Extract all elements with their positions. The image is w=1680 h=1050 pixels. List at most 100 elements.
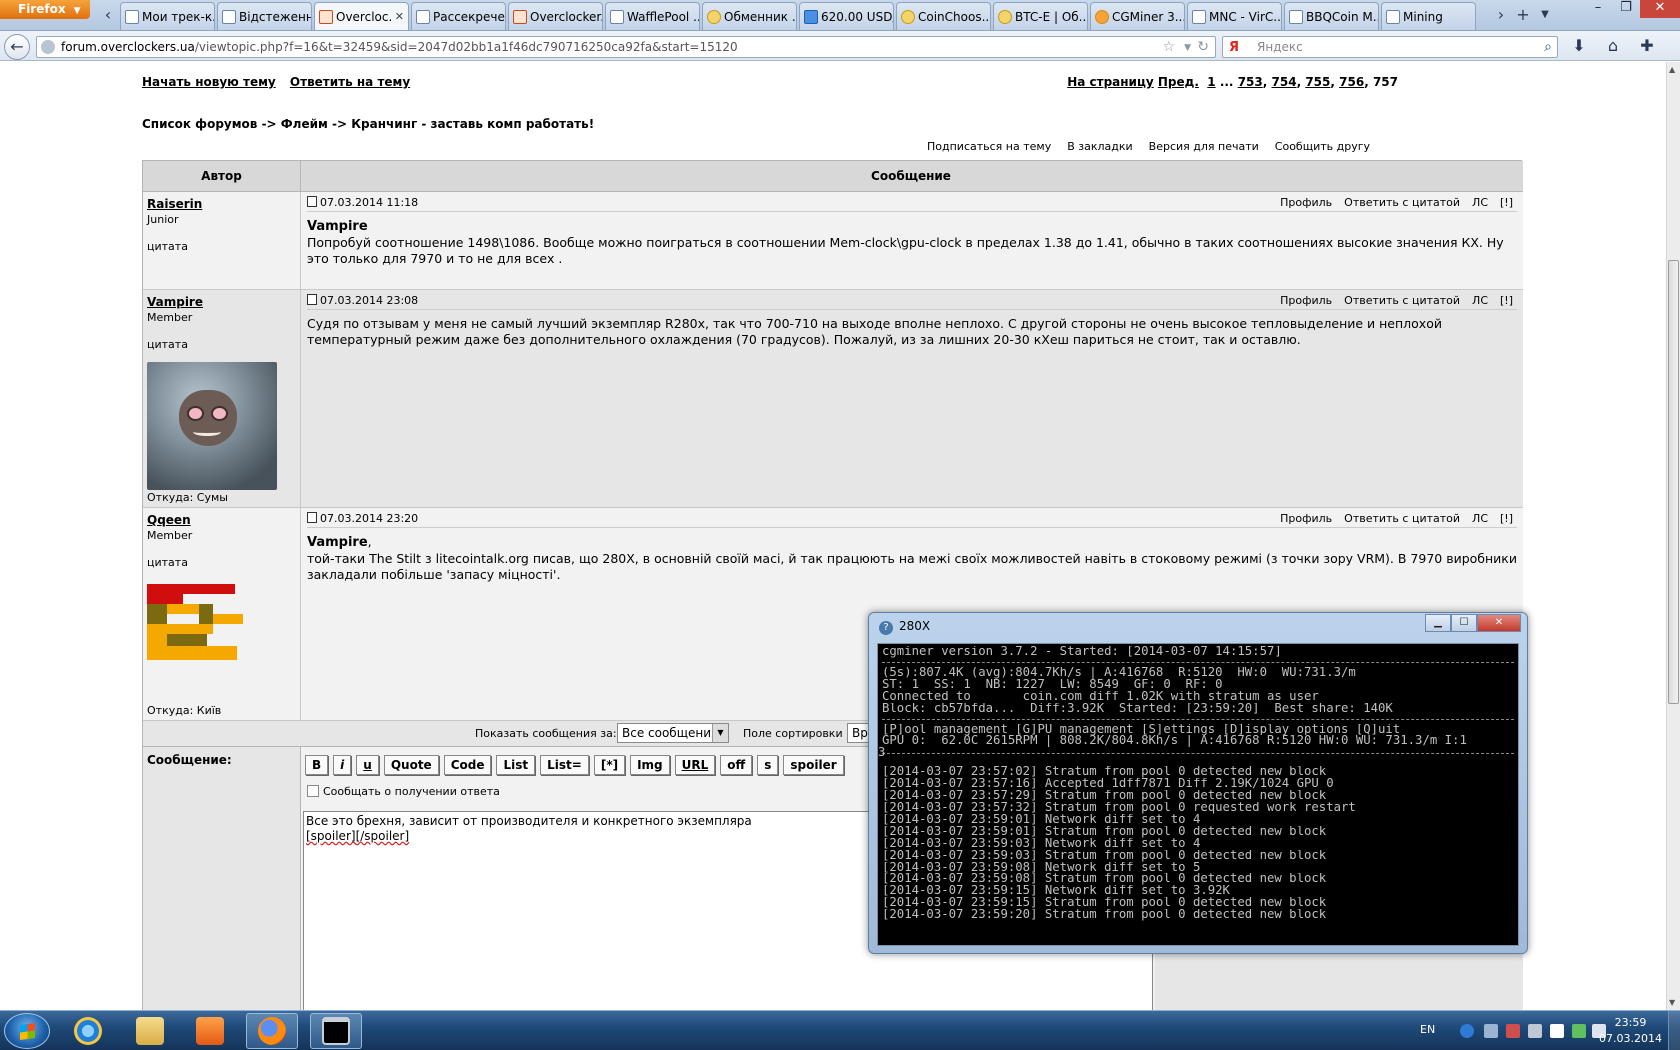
prev-page-link[interactable]: Пред.: [1158, 75, 1199, 89]
bbcode-button[interactable]: List=: [540, 755, 589, 775]
cgminer-window[interactable]: ? 280X ▁ ☐ ✕ cgminer version 3.7.2 - Star…: [868, 612, 1528, 954]
bbcode-button[interactable]: [*]: [593, 755, 626, 775]
start-button[interactable]: [4, 1013, 50, 1049]
shield-icon[interactable]: [1460, 1024, 1474, 1038]
bbcode-button[interactable]: i: [333, 755, 352, 775]
downloads-icon[interactable]: ⬇: [1568, 35, 1590, 57]
post-date[interactable]: 07.03.2014 11:18: [307, 196, 418, 209]
quote-reply-link[interactable]: Ответить с цитатой: [1344, 196, 1460, 209]
pm-link[interactable]: ЛС: [1472, 294, 1488, 307]
browser-tab[interactable]: WafflePool ...: [605, 2, 700, 30]
scroll-tabs-left-icon[interactable]: ‹: [98, 3, 118, 27]
taskbar-cmd[interactable]: [310, 1013, 362, 1049]
language-indicator[interactable]: EN: [1420, 1023, 1435, 1036]
taskbar-ie[interactable]: [62, 1013, 114, 1049]
bbcode-button[interactable]: URL: [674, 755, 716, 775]
browser-tab[interactable]: 620.00 USD/...: [799, 2, 894, 30]
browser-tab[interactable]: Overcloc...✕: [314, 2, 409, 30]
quote-reply-link[interactable]: Ответить с цитатой: [1344, 294, 1460, 307]
pagination-label[interactable]: На страницу: [1067, 75, 1154, 89]
browser-tab[interactable]: CGMiner 3....: [1090, 2, 1185, 30]
browser-tab[interactable]: Mining: [1381, 2, 1476, 30]
bookmark-star-icon[interactable]: ☆: [1162, 37, 1175, 57]
browser-tab[interactable]: Мои трек-к...: [120, 2, 215, 30]
page-link[interactable]: 753: [1238, 75, 1263, 89]
scroll-up-icon[interactable]: ▲: [1669, 65, 1675, 74]
page-scrollbar[interactable]: ▲ ▼: [1666, 62, 1680, 1010]
taskbar-media-player[interactable]: [184, 1013, 236, 1049]
bbcode-button[interactable]: off: [720, 755, 753, 775]
bbcode-button[interactable]: s: [757, 755, 779, 775]
scroll-down-icon[interactable]: ▼: [1669, 998, 1675, 1007]
post-date[interactable]: 07.03.2014 23:08: [307, 294, 418, 307]
network-adapter-icon[interactable]: [1484, 1024, 1498, 1038]
back-button[interactable]: ←: [4, 34, 30, 60]
bbcode-button[interactable]: Code: [443, 755, 492, 775]
scroll-tabs-right-icon[interactable]: ›: [1490, 4, 1512, 26]
post-date[interactable]: 07.03.2014 23:20: [307, 512, 418, 525]
browser-tab[interactable]: BBQCoin M...: [1284, 2, 1379, 30]
bbcode-button[interactable]: Quote: [383, 755, 439, 775]
history-dropdown-icon[interactable]: ▼: [1184, 38, 1191, 58]
topic-tool-link[interactable]: В закладки: [1067, 140, 1132, 153]
site-identity-icon[interactable]: [41, 40, 55, 54]
topic-tool-link[interactable]: Версия для печати: [1149, 140, 1259, 153]
bbcode-button[interactable]: u: [356, 755, 379, 775]
browser-tab[interactable]: BTC-E | Об...: [993, 2, 1088, 30]
search-icon[interactable]: ⌕: [1544, 37, 1552, 57]
yandex-icon[interactable]: Я: [1229, 38, 1239, 58]
page-link[interactable]: 754: [1272, 75, 1297, 89]
search-bar[interactable]: Я Яндекс ⌕: [1222, 36, 1558, 58]
profile-link[interactable]: Профиль: [1280, 512, 1332, 525]
pm-link[interactable]: ЛС: [1472, 512, 1488, 525]
report-link[interactable]: [!]: [1500, 512, 1513, 525]
show-messages-select[interactable]: Все сообщения ▼: [617, 723, 729, 743]
page-link[interactable]: 1: [1207, 75, 1215, 89]
list-all-tabs-icon[interactable]: ▼: [1534, 4, 1556, 26]
new-tab-icon[interactable]: +: [1512, 4, 1534, 26]
page-link[interactable]: 756: [1339, 75, 1364, 89]
topic-tool-link[interactable]: Сообщить другу: [1275, 140, 1370, 153]
show-desktop-button[interactable]: [1668, 1011, 1680, 1050]
quote-reply-link[interactable]: Ответить с цитатой: [1344, 512, 1460, 525]
author-name[interactable]: Qqeen: [147, 513, 296, 527]
url-bar[interactable]: forum.overclockers.ua/viewtopic.php?f=16…: [36, 36, 1216, 58]
flag-icon[interactable]: [1550, 1024, 1564, 1038]
notify-checkbox[interactable]: [307, 785, 319, 797]
browser-tab[interactable]: CoinChoos...: [896, 2, 991, 30]
reload-icon[interactable]: ↻: [1197, 37, 1209, 57]
restore-icon[interactable]: ❐: [1612, 0, 1640, 18]
pm-link[interactable]: ЛС: [1472, 196, 1488, 209]
scrollbar-thumb[interactable]: [1668, 260, 1679, 704]
report-link[interactable]: [!]: [1500, 294, 1513, 307]
reply-topic-link[interactable]: Ответить на тему: [290, 75, 410, 89]
clock[interactable]: 23:59 07.03.2014: [1599, 1015, 1662, 1047]
minimize-icon[interactable]: –: [1584, 0, 1612, 18]
author-name[interactable]: Vampire: [147, 295, 296, 309]
console-output[interactable]: cgminer version 3.7.2 - Started: [2014-0…: [877, 643, 1519, 946]
addon-menu-icon[interactable]: ✚: [1636, 35, 1658, 57]
close-window-icon[interactable]: ✕: [1640, 0, 1680, 18]
maximize-icon[interactable]: ☐: [1451, 614, 1477, 632]
taskbar-firefox[interactable]: [246, 1013, 298, 1049]
page-link[interactable]: 755: [1305, 75, 1330, 89]
topic-tool-link[interactable]: Подписаться на тему: [927, 140, 1051, 153]
network-icon[interactable]: [1572, 1024, 1586, 1038]
profile-link[interactable]: Профиль: [1280, 294, 1332, 307]
browser-tab[interactable]: Обменник ...: [702, 2, 797, 30]
home-icon[interactable]: ⌂: [1602, 35, 1624, 57]
bbcode-button[interactable]: List: [496, 755, 536, 775]
new-topic-link[interactable]: Начать новую тему: [142, 75, 276, 89]
browser-tab[interactable]: Відстеженн...: [217, 2, 312, 30]
report-link[interactable]: [!]: [1500, 196, 1513, 209]
bbcode-button[interactable]: B: [305, 755, 329, 775]
antivirus-icon[interactable]: [1506, 1024, 1520, 1038]
bbcode-button[interactable]: Img: [630, 755, 670, 775]
browser-tab[interactable]: Overclocker...: [508, 2, 603, 30]
profile-link[interactable]: Профиль: [1280, 196, 1332, 209]
close-tab-icon[interactable]: ✕: [395, 4, 404, 30]
author-name[interactable]: Raiserin: [147, 197, 296, 211]
bbcode-button[interactable]: spoiler: [783, 755, 844, 775]
hardware-icon[interactable]: [1528, 1024, 1542, 1038]
browser-tab[interactable]: MNC - VirC...: [1187, 2, 1282, 30]
